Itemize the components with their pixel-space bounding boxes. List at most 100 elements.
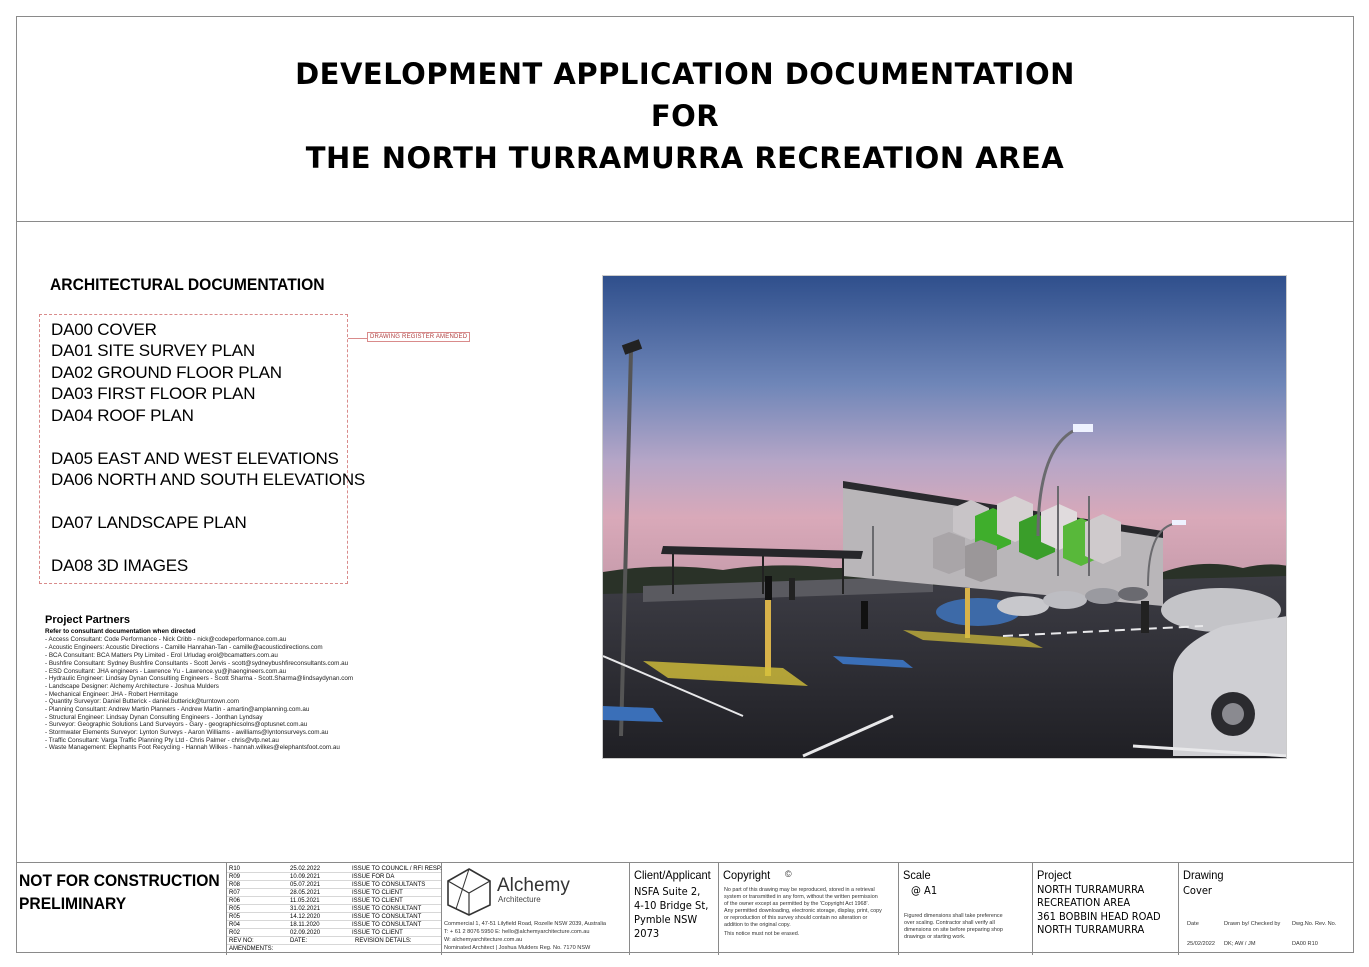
revision-date: 14.12.2020 [290, 914, 321, 920]
copyright-title: Copyright [723, 868, 771, 882]
amendments-label: AMENDMENTS: [229, 946, 274, 952]
partner-line: - Bushfire Consultant: Sydney Bushfire C… [45, 660, 349, 667]
revision-details: ISSUE TO CONSULTANT [352, 914, 422, 920]
copyright-line: or reproduction of this survey should co… [724, 915, 868, 921]
scale-title: Scale [903, 868, 931, 882]
drawing-title: Drawing [1183, 868, 1224, 882]
drawing-item: DA01 SITE SURVEY PLAN [51, 341, 255, 360]
partner-line: - Access Consultant: Code Performance - … [45, 636, 287, 643]
revision-row: R04 18.11.2020 ISSUE TO CONSULTANT [227, 921, 441, 929]
revision-row: R10 25.02.2022 ISSUE TO COUNCIL / RFI RE… [227, 865, 442, 873]
revision-cloud-leader [348, 338, 368, 339]
partner-line: - Quantity Surveyor: Daniel Butterick - … [45, 698, 239, 705]
revision-date: 05.07.2021 [290, 882, 321, 888]
project-line: RECREATION AREA [1037, 896, 1131, 909]
revision-details: ISSUE TO CONSULTANT [352, 906, 422, 912]
revision-details: ISSUE TO CLIENT [352, 930, 403, 936]
drawing-item: DA08 3D IMAGES [51, 556, 189, 575]
revision-date: 10.09.2021 [290, 874, 321, 880]
client-line: Pymble NSW [634, 913, 698, 926]
main-title: DEVELOPMENT APPLICATION DOCUMENTATION FO… [17, 53, 1353, 179]
drawing-item: DA03 FIRST FLOOR PLAN [51, 384, 256, 403]
revision-row: R07 28.05.2021 ISSUE TO CLIENT [227, 889, 441, 897]
scale-note-line: dimensions on site before preparing shop [904, 927, 1003, 933]
revision-no: R08 [229, 882, 241, 888]
copyright-line: system or transmitted in any form, witho… [724, 894, 878, 900]
revision-date: 28.05.2021 [290, 890, 321, 896]
drawing-date: 25/02/2022 [1187, 941, 1215, 947]
drawing-item: DA05 EAST AND WEST ELEVATIONS [51, 449, 339, 468]
revision-date: 31.02.2021 [290, 906, 321, 912]
rev-no-header: REV NO: [229, 938, 254, 944]
revision-no: R09 [229, 874, 241, 880]
drawing-item: DA07 LANDSCAPE PLAN [51, 513, 247, 532]
drawing-register: DA00 COVER DA01 SITE SURVEY PLAN DA02 GR… [39, 314, 365, 584]
date-label: Date [1187, 921, 1199, 927]
partner-line: - Acoustic Engineers: Acoustic Direction… [45, 644, 323, 651]
copyright-line: addition to the original copy. [724, 922, 791, 928]
client-title: Client/Applicant [634, 868, 711, 882]
project-line: 361 BOBBIN HEAD ROAD [1037, 910, 1161, 923]
title-line-1: DEVELOPMENT APPLICATION DOCUMENTATION [295, 57, 1075, 91]
project-line: NORTH TURRAMURRA [1037, 883, 1145, 896]
drawing-sheet: DEVELOPMENT APPLICATION DOCUMENTATION FO… [16, 16, 1355, 955]
revision-no: R05 [229, 914, 241, 920]
firm-contact: T: + 61 2 8076 5950 E: hello@alchemyarch… [444, 929, 590, 935]
project-title: Project [1037, 868, 1072, 882]
partner-line: - Surveyor: Geographic Solutions Land Su… [45, 721, 308, 728]
firm-website: W: alchemyarchitecture.com.au [444, 937, 523, 943]
drawing-item: DA04 ROOF PLAN [51, 406, 194, 425]
drawing-value: Cover [1183, 884, 1212, 897]
firm-name: Alchemy [497, 875, 570, 896]
scale-note-line: drawings or starting work. [904, 934, 966, 940]
revision-no: R04 [229, 922, 241, 928]
architectural-heading: ARCHITECTURAL DOCUMENTATION [50, 275, 325, 294]
partner-line: - Traffic Consultant: Varga Traffic Plan… [45, 737, 279, 744]
firm-address: Commercial 1, 47-51 Lilyfield Road, Roze… [444, 921, 606, 927]
partner-line: - Hydraulic Engineer: Lindsay Dynan Cons… [45, 675, 354, 682]
title-line-2: FOR [650, 99, 720, 133]
revision-date: 18.11.2020 [290, 922, 320, 928]
details-header: REVISION DETAILS: [355, 938, 412, 944]
partners-note: Refer to consultant documentation when d… [45, 628, 196, 635]
revision-row: R09 10.09.2021 ISSUE FOR DA [227, 873, 441, 881]
dwg-no-label: Dwg.No. Rev. No. [1292, 921, 1337, 927]
drawn-by-label: Drawn by/ Checked by [1224, 921, 1281, 927]
title-line-3: THE NORTH TURRAMURRA RECREATION AREA [305, 141, 1065, 175]
revision-details: ISSUE TO CLIENT [352, 898, 403, 904]
client-cell: Client/Applicant NSFA Suite 2, 4-10 Brid… [630, 863, 719, 955]
revision-row: R08 05.07.2021 ISSUE TO CONSULTANTS [227, 881, 441, 889]
firm-subtitle: Architecture [498, 895, 541, 904]
rendering-image [602, 275, 1287, 759]
project-cell: Project NORTH TURRAMURRA RECREATION AREA… [1033, 863, 1179, 955]
copyright-cell: Copyright © No part of this drawing may … [719, 863, 899, 955]
revision-row: R05 31.02.2021 ISSUE TO CONSULTANT [227, 905, 441, 913]
partner-line: - Stormwater Elements Surveyor: Lynton S… [45, 729, 329, 736]
revision-date: 11.05.2021 [290, 898, 320, 904]
scale-value: @ A1 [911, 884, 938, 897]
client-line: 2073 [634, 927, 660, 940]
drawing-cell: Drawing Cover Date Drawn by/ Checked by … [1179, 863, 1355, 955]
partner-line: - Structural Engineer: Lindsay Dynan Con… [45, 714, 263, 721]
alchemy-logo-icon [447, 868, 491, 916]
copyright-line: No part of this drawing may be reproduce… [724, 887, 875, 893]
revision-table: R10 25.02.2022 ISSUE TO COUNCIL / RFI RE… [227, 863, 442, 955]
status-line-2: PRELIMINARY [19, 894, 127, 913]
partner-line: - Mechanical Engineer: JHA - Robert Herm… [45, 691, 178, 698]
revision-details: ISSUE TO CONSULTANT [352, 922, 422, 928]
revision-no: R07 [229, 890, 241, 896]
client-line: 4-10 Bridge St, [634, 899, 709, 912]
scale-note-line: over scaling. Contractor shall verify al… [904, 920, 995, 926]
client-line: NSFA Suite 2, [634, 885, 701, 898]
status-text: NOT FOR CONSTRUCTION PRELIMINARY [19, 869, 220, 915]
firm-nominated-architect: Nominated Architect | Joshua Mulders Reg… [444, 945, 591, 951]
drawn-by: DK; AW / JM [1224, 941, 1256, 947]
revision-note: DRAWING REGISTER AMENDED [367, 332, 471, 342]
copyright-icon: © [785, 869, 792, 879]
revision-row: R02 02.09.2020 ISSUE TO CLIENT [227, 929, 441, 937]
scale-cell: Scale @ A1 Figured dimensions shall take… [899, 863, 1033, 955]
firm-cell: Alchemy Architecture Commercial 1, 47-51… [442, 863, 630, 955]
copyright-line: of the owner except as permitted by the … [724, 901, 869, 907]
revision-no: R05 [229, 906, 241, 912]
revision-row: R06 11.05.2021 ISSUE TO CLIENT [227, 897, 441, 905]
